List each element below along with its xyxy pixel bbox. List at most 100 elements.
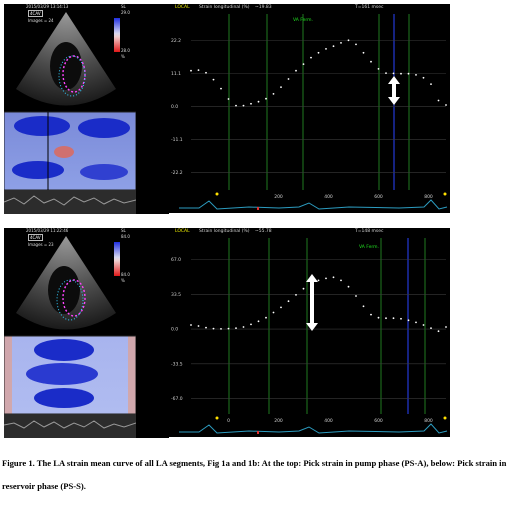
curve-point	[287, 78, 290, 80]
strain-chart-b-plot: 67.0 33.5 0.0 -33.5 -67.0 0 200 400 600 800	[169, 238, 450, 438]
chart-header-time: T=148 msec	[355, 229, 384, 234]
curve-point	[325, 48, 327, 50]
chart-header-measure: Strain longitudinal (%)	[199, 5, 250, 10]
ecg-marker	[443, 416, 447, 420]
curve-point	[377, 68, 380, 70]
echo-timestamp: 2015/03/29 11:22:46	[26, 228, 69, 233]
curve-point	[250, 102, 252, 105]
curve-point	[340, 279, 342, 282]
y-tick-label: 67.0	[171, 257, 181, 263]
y-tick-label: 33.5	[171, 292, 181, 298]
curve-point	[347, 285, 350, 288]
valve-marker-label: VA Ferm.	[293, 18, 313, 23]
curve-point	[310, 56, 312, 59]
curve-point	[377, 316, 380, 319]
ecg-marker	[443, 192, 447, 196]
ecg-red-marker	[257, 207, 259, 210]
peak-arrow-head-down	[388, 97, 400, 105]
echo-mode-badge: 4CAV	[28, 234, 43, 241]
curve-point	[400, 317, 402, 320]
echo-scale-unit: SL	[121, 228, 126, 233]
curve-point	[340, 42, 342, 44]
curve-point	[437, 99, 440, 102]
curve-point	[280, 306, 282, 309]
curve-point	[332, 276, 335, 279]
peak-arrow-head-up	[306, 274, 318, 282]
curve-point	[415, 321, 417, 324]
curve-point	[445, 326, 447, 328]
y-tick-label: 22.2	[171, 38, 181, 44]
curve-point	[347, 39, 350, 42]
curve-point	[302, 287, 305, 290]
curve-point	[362, 51, 365, 54]
x-tick-label: 200	[274, 194, 283, 200]
echo-scale-top: 29.0	[121, 10, 130, 15]
curve-point	[332, 45, 335, 48]
y-tick-label: 11.1	[171, 71, 181, 77]
curve-point	[370, 60, 372, 63]
y-tick-label: -11.1	[171, 137, 183, 143]
strain-chart-b: 67.0 33.5 0.0 -33.5 -67.0 0 200 400 600 800 LOCAL…	[169, 228, 450, 438]
curve-point	[242, 104, 245, 107]
curve-point	[205, 71, 207, 74]
curve-point	[407, 72, 410, 75]
curve-point	[250, 323, 252, 326]
strain-chart-a-plot: 22.2 11.1 0.0 -11.1 -22.2 200 400 600 800	[169, 14, 450, 214]
figure-panel-a: 2015/03/29 13:14:13 4CAV Images = 24 SL …	[4, 4, 450, 214]
curve-point	[242, 326, 245, 328]
chart-header-local: LOCAL	[175, 229, 190, 234]
curve-point	[392, 317, 395, 320]
ecg-marker	[215, 416, 219, 420]
curve-point	[415, 74, 417, 76]
curve-point	[430, 327, 432, 329]
echo-scale-percent: %	[121, 54, 125, 59]
curve-point	[265, 316, 267, 319]
figure-caption: Figure 1. The LA strain mean curve of al…	[2, 458, 507, 491]
peak-arrow-head-down	[306, 323, 318, 331]
curve-point	[295, 294, 297, 296]
curve-point	[265, 97, 267, 100]
chart-header-value: ~19.83	[255, 5, 272, 10]
x-tick-label: 800	[424, 418, 433, 424]
curve-point	[445, 104, 447, 106]
curve-point	[272, 311, 275, 314]
curve-point	[370, 313, 372, 316]
curve-point	[302, 63, 305, 65]
curve-point	[422, 324, 425, 326]
curve-point	[257, 100, 260, 103]
ecg-red-marker	[257, 431, 259, 434]
strain-chart-a: 22.2 11.1 0.0 -11.1 -22.2 200 400 600 800 LOCAL …	[169, 4, 450, 214]
peak-arrow-head-up	[388, 76, 400, 84]
ecg-marker	[215, 192, 219, 196]
curve-point	[235, 327, 237, 329]
curve-point	[430, 83, 432, 85]
curve-point	[287, 300, 290, 303]
curve-point	[400, 72, 402, 75]
curve-point	[227, 327, 230, 330]
echo-scale-top: 84.0	[121, 234, 130, 239]
echo-scale-unit: SL	[121, 4, 126, 9]
curve-point	[280, 86, 282, 88]
chart-header-local: LOCAL	[175, 5, 190, 10]
figure-panel-b: 2015/03/29 11:22:46 4CAV Images = 23 SL …	[4, 228, 450, 438]
x-tick-label: 600	[374, 194, 383, 200]
curve-point	[385, 72, 387, 74]
curve-point	[205, 326, 207, 329]
ecg-strip	[169, 190, 450, 214]
curve-point	[190, 69, 192, 72]
curve-point	[422, 76, 425, 79]
curve-point	[220, 87, 222, 90]
curve-point	[197, 325, 200, 327]
x-tick-label: 200	[274, 418, 283, 424]
curve-point	[317, 51, 320, 54]
curve-point	[197, 69, 200, 71]
y-tick-label: 0.0	[171, 104, 178, 110]
echo-timestamp: 2015/03/29 13:14:13	[26, 4, 69, 9]
echo-graphics-a	[4, 12, 136, 214]
chart-header-measure: Strain longitudinal (%)	[199, 229, 250, 234]
curve-point	[227, 98, 230, 100]
curve-point	[212, 78, 215, 81]
ecg-strip	[169, 414, 450, 438]
curve-point	[407, 319, 410, 322]
echo-image-b: 2015/03/29 11:22:46 4CAV Images = 23 SL …	[4, 228, 136, 438]
